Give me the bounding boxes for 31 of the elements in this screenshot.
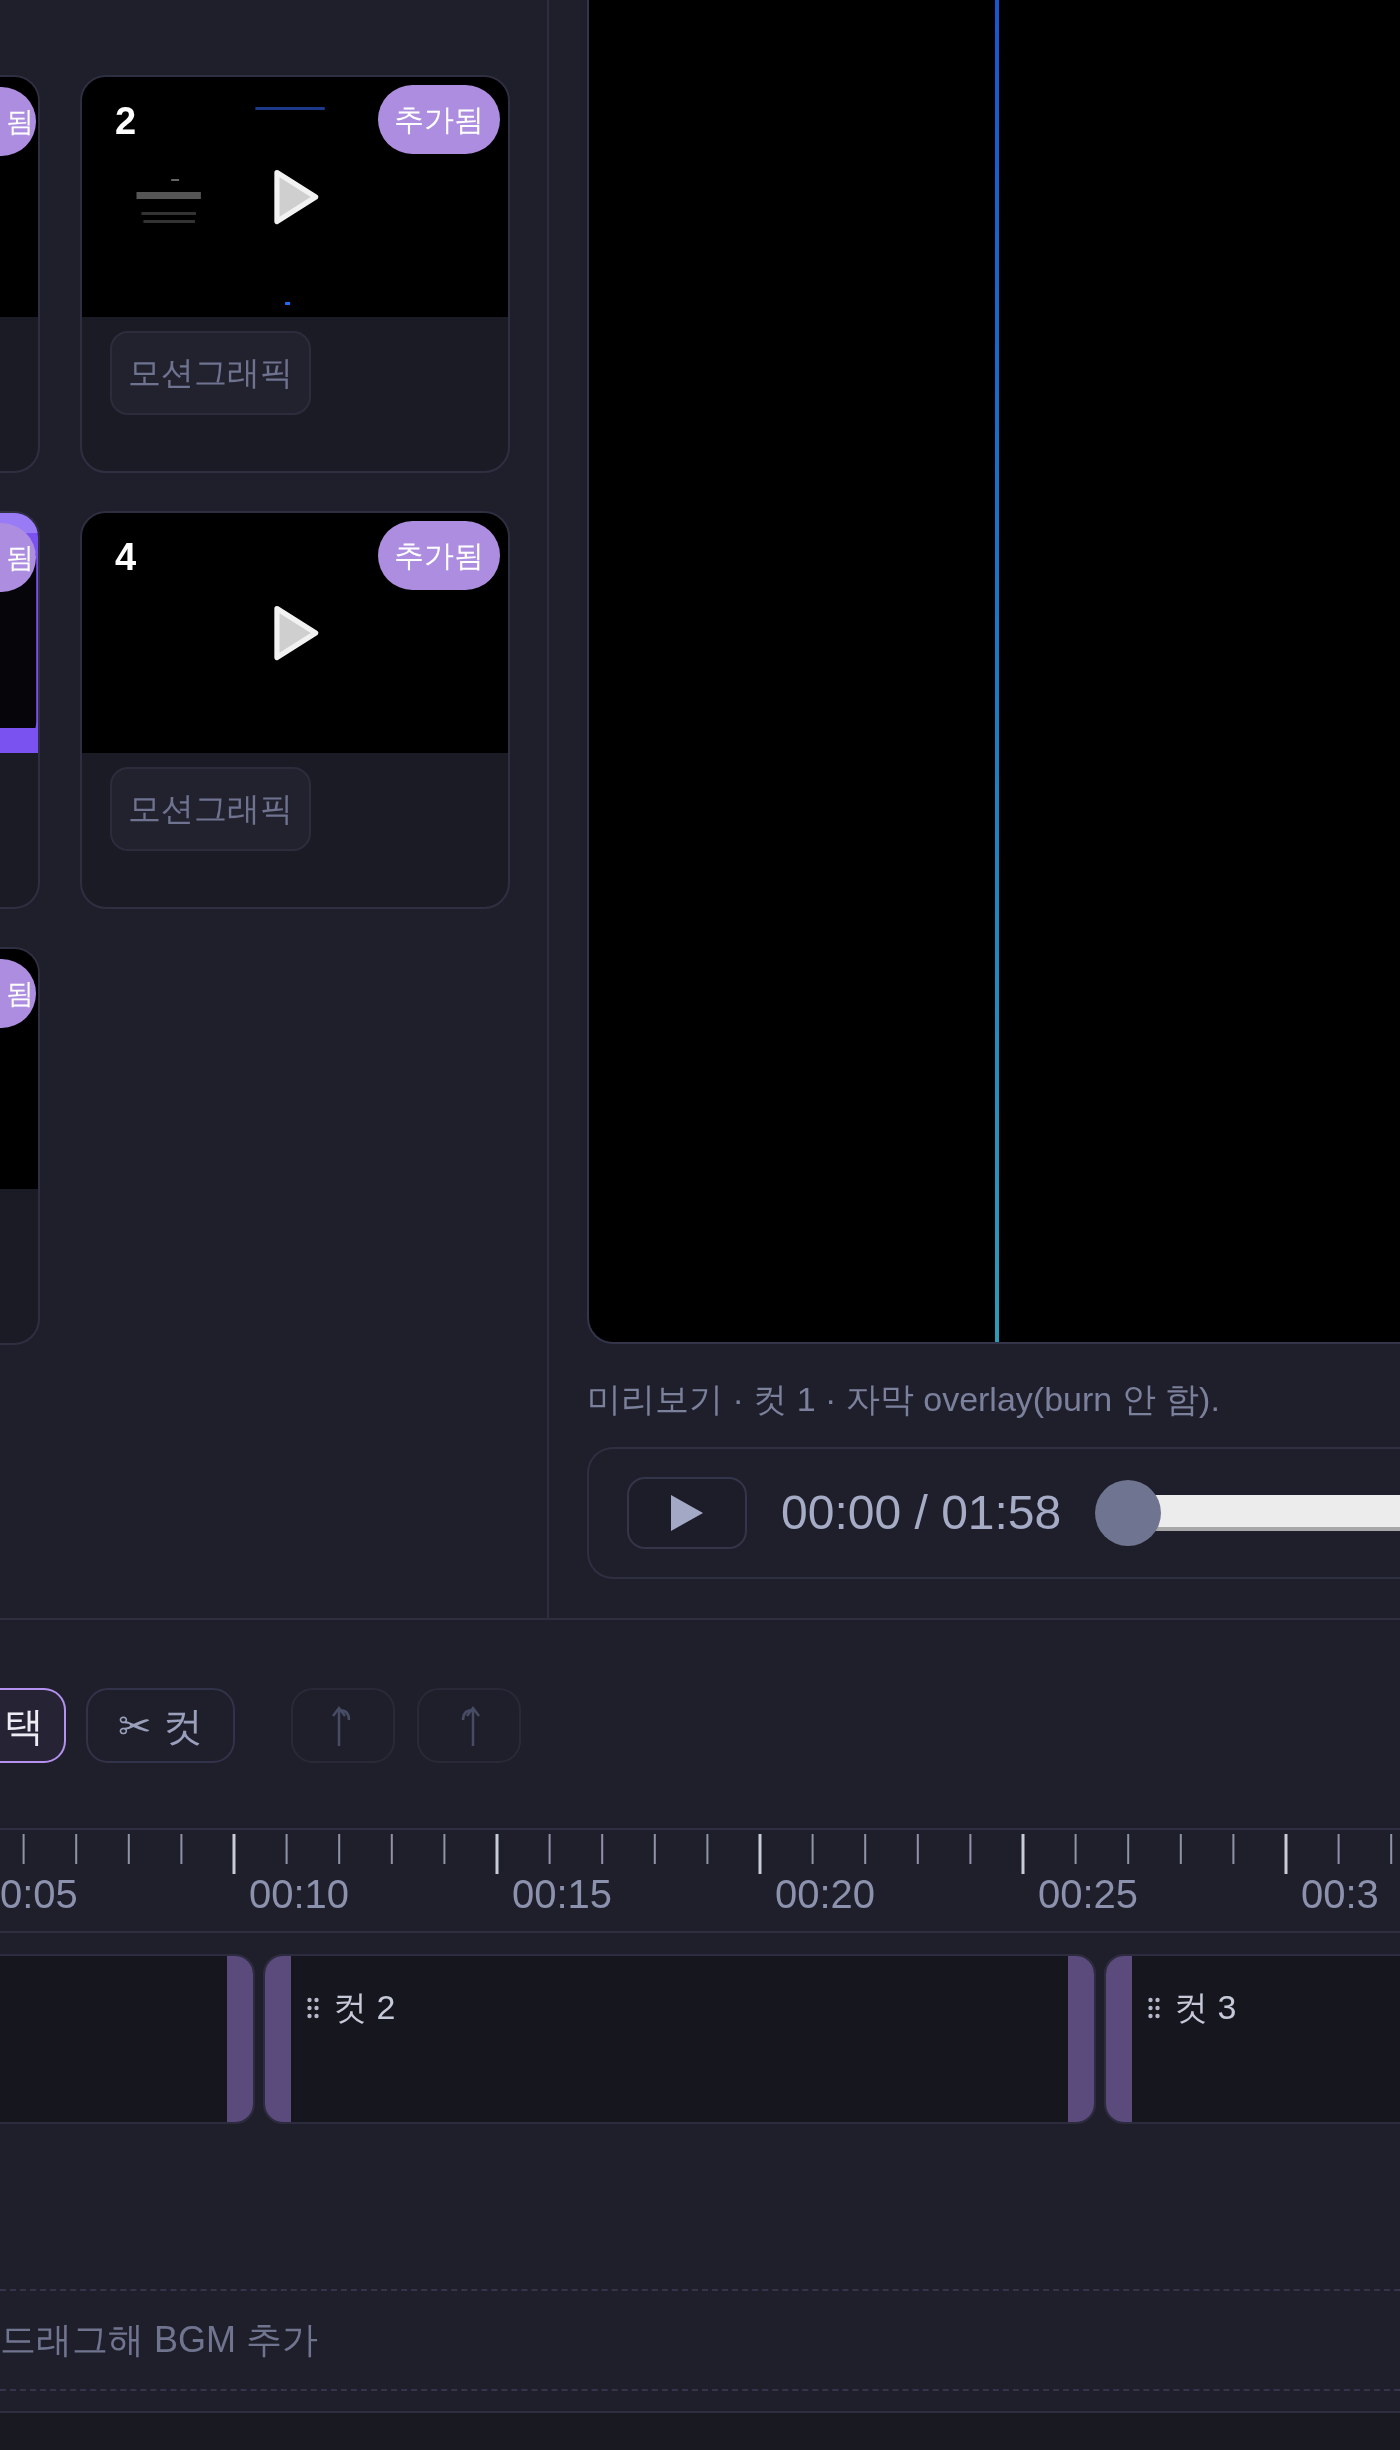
play-icon	[669, 1493, 705, 1533]
time-label: 00:10	[249, 1871, 350, 1918]
time-label: 0:05	[0, 1871, 78, 1918]
tag-chip: 모션그래픽	[110, 331, 311, 415]
clip-label: 컷 3	[1174, 1987, 1237, 2028]
time-label: 00:25	[1038, 1871, 1139, 1918]
clip-number: 4	[115, 535, 137, 580]
trim-handle[interactable]	[1068, 1956, 1094, 2122]
time-label: 00:20	[775, 1871, 876, 1918]
time-label: 00:15	[512, 1871, 613, 1918]
drag-handle-icon[interactable]	[1148, 1996, 1160, 2019]
trim-handle[interactable]	[227, 1956, 253, 2122]
play-button[interactable]	[627, 1477, 747, 1549]
clip-card[interactable]: 4 추가됨 모션그래픽	[80, 511, 510, 909]
time-readout: 00:00 / 01:58	[781, 1485, 1062, 1541]
time-label: 00:3	[1301, 1871, 1379, 1918]
clip-card[interactable]: 2 추가됨 모션그래픽	[80, 75, 510, 473]
drag-handle-icon[interactable]	[307, 1996, 319, 2019]
timeline-clip[interactable]: 컷 2	[263, 1954, 1096, 2124]
trim-handle[interactable]	[1106, 1956, 1132, 2122]
trim-handle[interactable]	[265, 1956, 291, 2122]
seek-track[interactable]	[1095, 1480, 1400, 1546]
tag-chip: 모션그래픽	[110, 767, 311, 851]
preview-caption: 미리보기 · 컷 1 · 자막 overlay(burn 안 함).	[587, 1379, 1221, 1420]
clip-number: 2	[115, 99, 137, 144]
bgm-drop-zone[interactable]: 드래그해 BGM 추가	[0, 2289, 1400, 2391]
timeline-clip[interactable]: 컷 3	[1104, 1954, 1400, 2124]
tool-button[interactable]: 택	[0, 1688, 66, 1763]
clip-label: 컷 2	[333, 1987, 396, 2028]
timeline-clip[interactable]	[0, 1954, 255, 2124]
tool-button[interactable]: ✂ 컷	[86, 1688, 236, 1763]
